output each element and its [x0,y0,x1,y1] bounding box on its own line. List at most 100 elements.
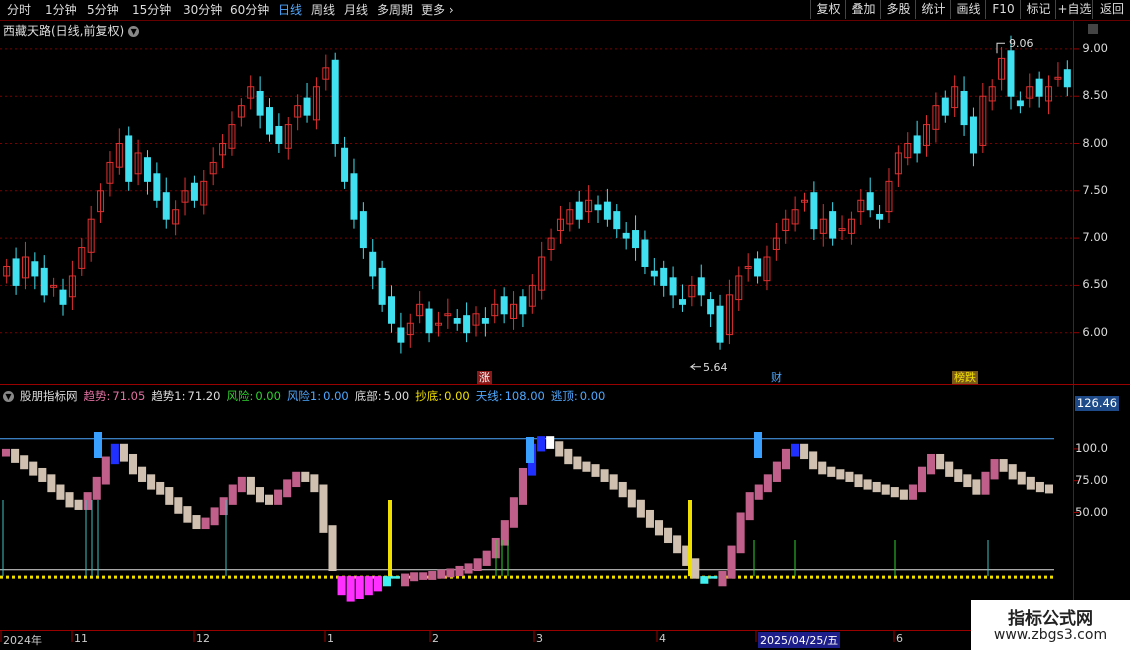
trend-bar [827,466,836,477]
trend-bar [292,471,301,488]
trend-bar [727,545,736,579]
trend-bar [192,515,201,530]
candle-body [810,192,818,230]
trend-bar [364,576,373,596]
trend-bar [473,558,482,572]
trend-bar [636,499,645,518]
trend-bar [927,453,936,475]
trend-bar [482,550,491,566]
trend-bar [917,466,927,493]
trend-bar [455,565,464,577]
current-value-box: 126.46 [1075,396,1119,411]
trend-bar [645,509,654,528]
candle-body [153,173,161,201]
trend-bar [283,479,292,498]
date-label: 6 [896,632,903,645]
event-marker[interactable]: 涨 [477,371,492,384]
indicator-axis-label: 50.00 [1075,504,1108,519]
candle-body [331,59,339,145]
low-marker-line [689,363,701,371]
candle-body [359,211,367,249]
trend-bar [709,576,718,579]
trend-bar [1017,471,1026,485]
trend-bar [700,576,709,584]
trend-bar [745,492,754,521]
trend-bar [373,576,382,592]
trend-bar [138,466,147,482]
trend-bar [346,576,355,602]
event-marker[interactable]: 榜跌 [952,371,978,384]
trend-bar [999,459,1008,472]
trend-bar [854,474,863,488]
candle-body [575,201,583,220]
candle-body [632,230,640,249]
candle-body [622,232,630,239]
trend-bar [936,453,945,470]
trend-bar [791,443,800,457]
candle-body [378,267,386,305]
trend-bar [147,474,156,490]
trend-bar [818,461,827,475]
trend-bar [47,474,56,493]
watermark-title: 指标公式网 [1008,609,1093,629]
candle-body [613,211,621,230]
trend-bar [65,492,74,508]
trend-bar [763,474,772,493]
trend-bar [201,517,210,530]
trend-bar [664,527,673,544]
candle-body [425,308,433,334]
candle-body [12,258,20,286]
trend-bar [963,474,972,488]
candle-body [453,318,461,324]
trend-bar [781,448,790,470]
candle-body [650,270,658,277]
trend-bar [863,479,872,490]
candle-body [397,327,405,343]
candle-body [350,173,358,220]
trend-bar [20,455,29,470]
candle-body [341,147,349,182]
trend-bar [119,443,128,462]
trend-bar [908,484,917,500]
trend-bar [1008,464,1017,480]
site-watermark: 指标公式网 www.zbgs3.com [971,600,1130,650]
trend-bar [464,563,473,574]
trend-bar [609,474,618,490]
candle-body [669,277,677,296]
trend-bar [210,507,219,526]
trend-bar [310,474,319,493]
trend-bar [74,499,83,510]
trend-bar [29,461,38,476]
trend-bar [401,573,410,587]
trend-bar [428,571,437,580]
trend-bar [509,497,518,528]
trend-bar [301,471,310,482]
candle-body [1016,100,1024,107]
candle-body [1007,50,1015,97]
date-label: 4 [659,632,666,645]
trend-bar [881,484,890,495]
candle-body [500,296,508,315]
trend-bar [673,535,682,554]
trend-bar [591,464,600,477]
indicator-axis-label: 75.00 [1075,472,1108,487]
trend-bar [319,484,328,533]
candle-body [190,182,198,201]
event-marker[interactable]: 财 [769,371,784,384]
candle-body [266,107,273,135]
candle-body [660,267,668,286]
trend-bar [274,489,283,505]
trend-bar [691,558,700,579]
price-axis-label: 6.50 [1082,277,1108,292]
trend-bar [754,484,763,500]
bottom-signal-bar [388,500,392,577]
top-escape-marker [94,432,102,458]
high-marker-line [996,42,1005,54]
low-marker-label: 5.64 [703,361,728,374]
candle-body [678,299,686,305]
trend-bar [437,569,446,579]
chart-canvas[interactable]: 9.06 5.64 [0,0,1130,650]
price-axis-label: 9.00 [1082,40,1108,55]
trend-bar [419,572,428,580]
candle-body [876,213,884,220]
